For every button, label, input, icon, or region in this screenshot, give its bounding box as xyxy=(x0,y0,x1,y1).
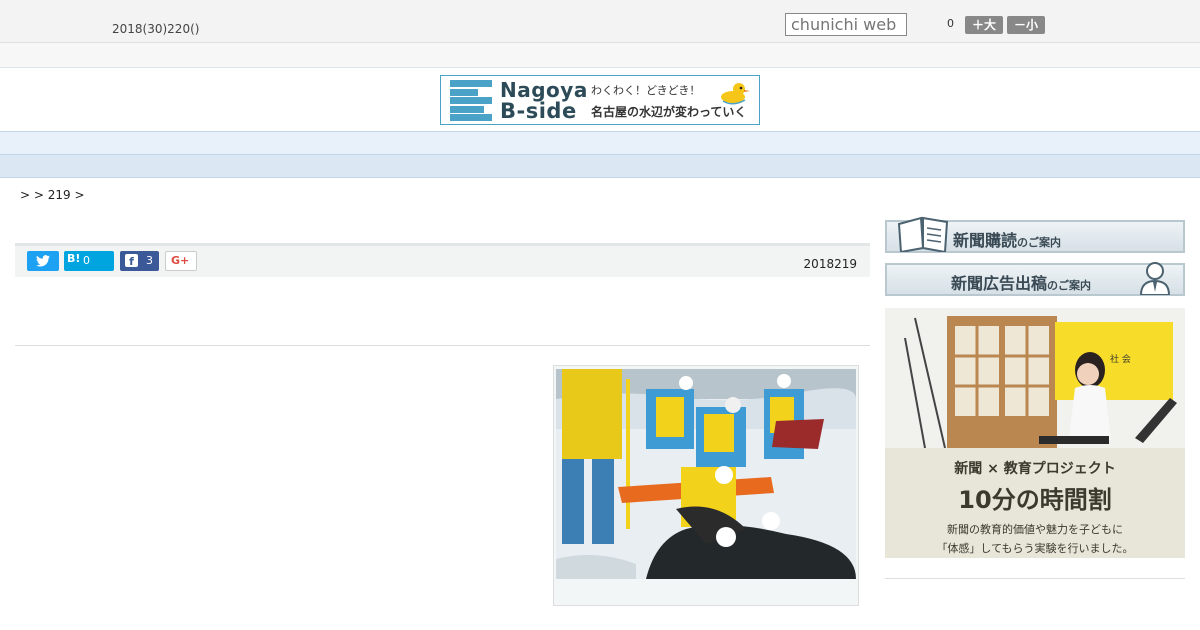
classroom-board-text: 社 会 xyxy=(1110,355,1131,365)
article-photo[interactable] xyxy=(556,369,856,579)
twitter-icon xyxy=(36,255,50,267)
font-smaller-button[interactable]: －小 xyxy=(1007,16,1045,34)
newspaper-ad-button[interactable]: 新聞広告出稿のご案内 xyxy=(885,262,1185,296)
sidebar-divider xyxy=(885,578,1185,579)
promo-desc-1: 新聞の教育的価値や魅力を子どもに xyxy=(947,523,1123,536)
share-bar: B! 0 f 3 G+ 2018219 xyxy=(15,243,870,277)
divider xyxy=(15,345,870,346)
banner-tagline1: わくわく！どきどき！ xyxy=(591,84,701,97)
search-input[interactable] xyxy=(785,13,907,36)
duck-mascot-icon xyxy=(721,83,750,105)
businessman-icon xyxy=(1139,262,1171,295)
ad-label: 新聞広告出稿のご案内 xyxy=(951,274,1092,293)
promo-heading: 新聞 × 教育プロジェクト xyxy=(954,461,1116,477)
banner-tagline2: 名古屋の水辺が変わっていく xyxy=(591,105,747,119)
nagoya-bside-banner[interactable]: Nagoya B-side わくわく！どきどき！ 名古屋の水辺が変わっていく xyxy=(440,75,760,125)
banner-title-line2: B-side xyxy=(500,99,577,123)
main-nav xyxy=(0,131,1200,155)
facebook-share-button[interactable]: f 3 xyxy=(120,251,159,271)
article-photo-frame xyxy=(553,365,859,606)
sub-nav-band xyxy=(0,155,1200,178)
promo-desc-2: 「体感」してもらう実験を行いました。 xyxy=(936,542,1134,555)
hatena-count: 0 xyxy=(83,254,90,267)
breadcrumb[interactable]: > > 219 > xyxy=(20,188,85,202)
bside-logo-icon xyxy=(450,80,492,121)
hatena-label: B! xyxy=(67,252,81,265)
newspaper-subscription-button[interactable]: 新聞購読のご案内 xyxy=(885,216,1185,253)
education-project-promo[interactable]: 社 会 新聞 × 教育プロジェクト 10分の時間割 新聞の教育的価値や魅力を子ど… xyxy=(885,308,1185,558)
gplus-label: G+ xyxy=(171,254,190,267)
article-date: 2018219 xyxy=(803,257,857,271)
font-size-count: 0 xyxy=(947,17,954,30)
facebook-icon: f xyxy=(125,254,138,268)
facebook-count: 3 xyxy=(146,254,153,267)
hatena-bookmark-button[interactable]: B! 0 xyxy=(64,251,114,271)
google-plus-share-button[interactable]: G+ xyxy=(165,251,197,271)
font-larger-button[interactable]: ＋大 xyxy=(965,16,1003,34)
sub-bar xyxy=(0,43,1200,68)
promo-title: 10分の時間割 xyxy=(958,486,1112,514)
subscription-label: 新聞購読のご案内 xyxy=(953,231,1062,250)
current-date: 2018(30)220() xyxy=(112,22,200,36)
classroom-photo xyxy=(885,308,1185,448)
twitter-share-button[interactable] xyxy=(27,251,59,271)
promo-text-panel: 新聞 × 教育プロジェクト 10分の時間割 新聞の教育的価値や魅力を子どもに 「… xyxy=(885,448,1185,558)
book-icon xyxy=(897,216,949,252)
top-bar: 2018(30)220() 0 ＋大 －小 xyxy=(0,0,1200,43)
